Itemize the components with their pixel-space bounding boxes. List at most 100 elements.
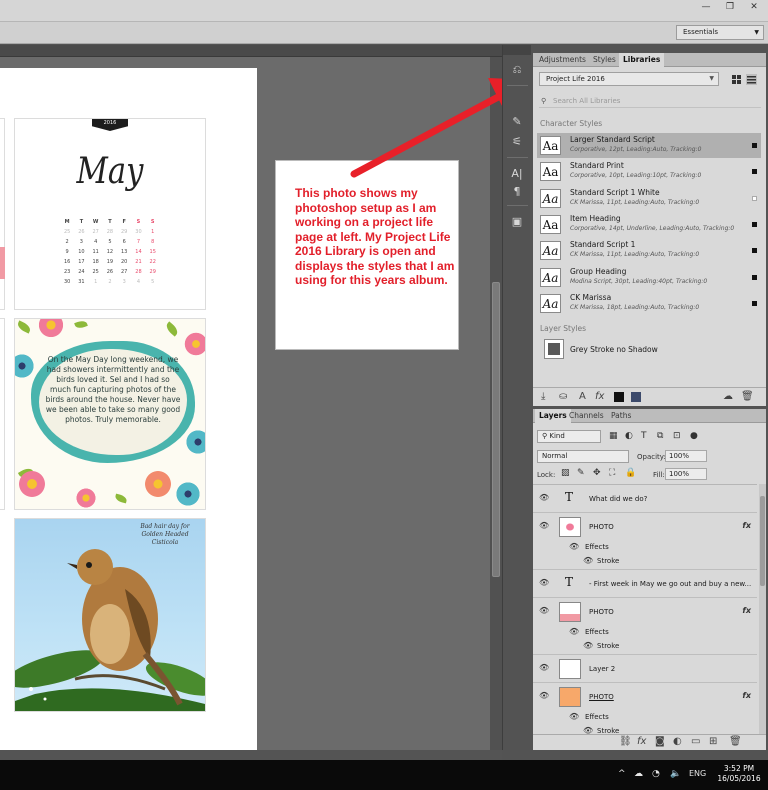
history-icon[interactable]: ⎌ [509,63,525,77]
fill-input[interactable]: 100% [665,468,707,480]
filter-toggle-icon[interactable]: ● [690,431,698,441]
adjustment-filter-icon[interactable]: ◐ [625,431,633,441]
character-style-item[interactable]: Aa Standard Script 1 CK Marissa, 11pt, Lea… [537,238,761,263]
layer-effects-icon[interactable]: fx [742,521,751,530]
foreground-color-swatch[interactable] [614,392,624,402]
close-button[interactable]: ✕ [742,0,766,14]
character-style-item[interactable]: Aa Standard Script 1 White CK Marissa, 11p… [537,186,761,211]
libraries-tab-bar: Adjustments Styles Libraries [533,53,766,67]
adjustments-icon[interactable]: ⚟ [509,135,525,149]
calendar-day: 1 [94,279,98,285]
effects-visibility-icon[interactable]: 👁 [569,627,579,636]
layer-row[interactable]: 👁 PHOTO fx 👁 Effects 👁 Stroke [533,513,757,570]
grid-view-icon[interactable] [731,74,742,85]
creative-cloud-icon[interactable]: ☁ [723,391,733,402]
calendar-card[interactable]: 2016 May M T W T F S S 25 26 27 28 29 30 1 2 3 4 5 6 7 8 9 10 1… [14,118,206,310]
new-layer-icon[interactable]: ⊞ [709,736,717,747]
scrollbar-thumb[interactable] [492,282,500,577]
background-color-swatch[interactable] [631,392,641,402]
brush-presets-icon[interactable]: ✎ [509,115,525,129]
calendar-day: 2 [65,239,69,245]
layer-row[interactable]: 👁 T - First week in May we go out and buy … [533,570,757,598]
layer-row[interactable]: 👁 Layer 2 [533,655,757,683]
eye-visibility-icon[interactable]: 👁 [539,521,549,530]
lock-transparent-icon[interactable]: ▨ [561,468,570,478]
character-style-item[interactable]: Aa Standard Print Corporative, 10pt, Leadi… [537,159,761,184]
trash-icon[interactable]: 🗑 [741,391,754,402]
language-indicator[interactable]: ENG [689,769,706,778]
eye-visibility-icon[interactable]: 👁 [539,578,549,587]
kind-filter-select[interactable]: ⚲ Kind [537,430,601,443]
add-mask-icon[interactable]: ◙ [655,736,665,747]
character-style-item[interactable]: Aa Item Heading Corporative, 14pt, Underli… [537,212,761,237]
effects-visibility-icon[interactable]: 👁 [569,712,579,721]
opacity-input[interactable]: 100% [665,450,707,462]
smart-object-filter-icon[interactable]: ⊡ [673,431,681,441]
stroke-visibility-icon[interactable]: 👁 [583,556,593,565]
lock-image-icon[interactable]: ✎ [577,468,585,478]
restore-button[interactable]: ❐ [718,0,742,14]
paragraph-icon[interactable]: ¶ [509,185,525,199]
blend-mode-select[interactable]: Normal [537,450,629,463]
eye-visibility-icon[interactable]: 👁 [539,663,549,672]
eye-visibility-icon[interactable]: 👁 [539,493,549,502]
character-style-item[interactable]: Aa Group Heading Modina Script, 30pt, Lead… [537,265,761,290]
journal-card[interactable]: On the May Day long weekend, we had show… [14,318,206,510]
character-icon[interactable]: A| [509,167,525,181]
layer-effects-icon[interactable]: fx [742,691,751,700]
layer-row[interactable]: 👁 PHOTO fx 👁 Effects 👁 Stroke [533,598,757,655]
calendar-day: 5 [151,279,155,285]
system-clock[interactable]: 3:52 PM 16/05/2016 [714,764,764,784]
volume-icon[interactable]: 🔈 [670,769,681,779]
adjustment-layer-icon[interactable]: ◐ [673,736,682,747]
trash-icon[interactable]: 🗑 [729,736,742,747]
upload-icon[interactable]: ⤓ [541,391,545,402]
onedrive-icon[interactable]: ☁ [634,769,643,779]
character-style-item[interactable]: Aa CK Marissa CK Marissa, 18pt, Leading:Au… [537,291,761,316]
type-filter-icon[interactable]: T [641,431,647,441]
weekday-label: M [64,219,70,225]
lock-artboard-icon[interactable]: ⛶ [609,468,615,478]
calendar-day: 4 [136,279,141,285]
calendar-week-row: 9 10 11 12 13 14 15 [60,247,160,257]
add-graphic-icon[interactable]: ⛀ [559,391,567,402]
network-icon[interactable]: ◔ [652,769,660,779]
stroke-visibility-icon[interactable]: 👁 [583,726,593,734]
effects-visibility-icon[interactable]: 👁 [569,542,579,551]
lock-all-icon[interactable]: 🔒 [625,468,636,478]
shape-filter-icon[interactable]: ⧉ [657,431,663,441]
show-hidden-icons[interactable]: ^ [618,769,626,779]
stroke-visibility-icon[interactable]: 👁 [583,641,593,650]
bird-photo-card[interactable]: Bad hair day for Golden Headed Cisticola [14,518,206,712]
tab-paths[interactable]: Paths [607,409,635,423]
lock-position-icon[interactable]: ✥ [593,468,601,478]
eye-visibility-icon[interactable]: 👁 [539,606,549,615]
tab-channels[interactable]: Channels [565,409,608,423]
pixel-filter-icon[interactable]: ▦ [609,431,618,441]
character-style-item[interactable]: Aa Larger Standard Script Corporative, 12p… [537,133,761,158]
list-view-icon[interactable] [746,74,757,85]
glyphs-icon[interactable]: ▣ [509,215,525,229]
workspace-select[interactable]: Essentials ▼ [676,25,764,40]
link-layers-icon[interactable]: ⛓ [619,736,632,747]
dock-collapse-strip[interactable] [503,45,532,55]
layer-row[interactable]: 👁 T What did we do? [533,485,757,513]
library-select[interactable]: Project Life 2016 ▼ [539,72,719,86]
add-style-icon[interactable]: fx [637,736,646,747]
layer-style-item[interactable]: Grey Stroke no Shadow [537,336,761,363]
layer-effects-icon[interactable]: fx [742,606,751,615]
tab-styles[interactable]: Styles [589,53,620,67]
new-group-icon[interactable]: ▭ [691,736,700,747]
minimize-button[interactable]: — [694,0,718,14]
add-character-style-icon[interactable]: A [579,391,586,402]
library-search-input[interactable]: ⚲ Search All Libraries [539,94,761,108]
calendar-day: 15 [149,249,156,255]
tab-libraries[interactable]: Libraries [619,53,665,67]
layers-scrollbar[interactable] [759,484,766,734]
eye-visibility-icon[interactable]: 👁 [539,691,549,700]
canvas-horizontal-scrollbar[interactable] [0,750,502,760]
scrollbar-thumb[interactable] [760,496,765,586]
add-layer-style-icon[interactable]: fx [595,391,604,402]
layer-row[interactable]: 👁 PHOTO fx 👁 Effects 👁 Stroke [533,683,757,734]
tab-adjustments[interactable]: Adjustments [535,53,590,67]
